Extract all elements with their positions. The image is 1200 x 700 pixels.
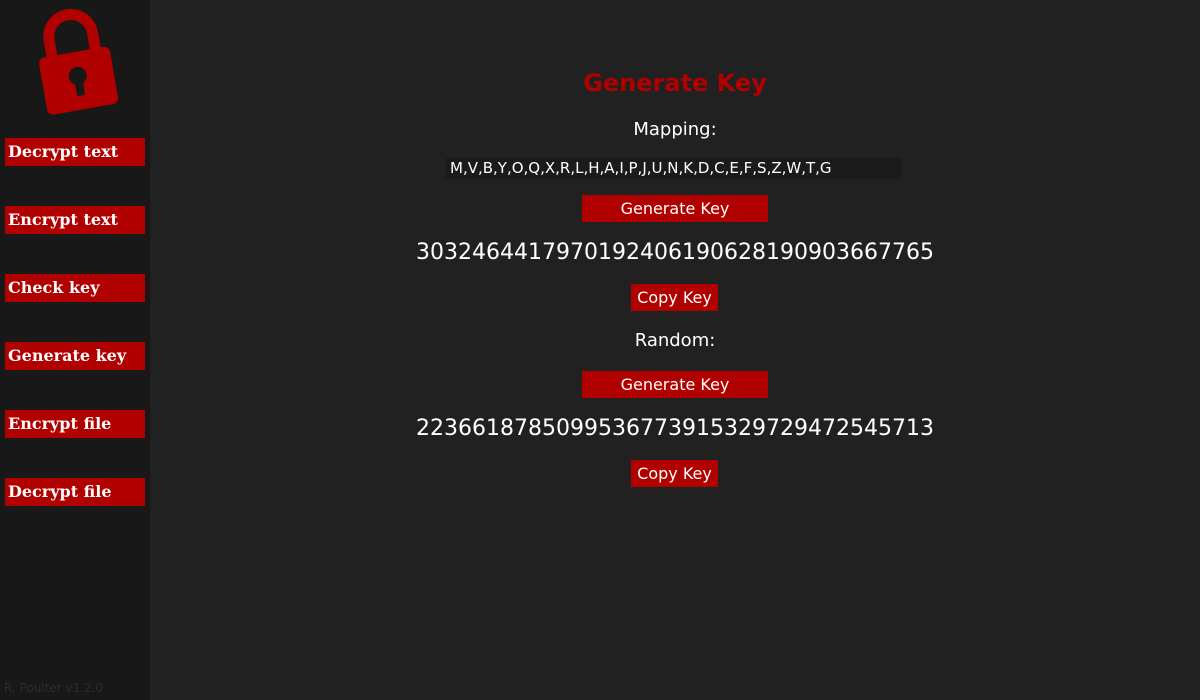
sidebar-item-generate-key[interactable]: Generate key [5, 342, 145, 370]
random-key-value: 22366187850995367739153297294725457​13 [416, 416, 934, 441]
sidebar-item-check-key[interactable]: Check key [5, 274, 145, 302]
mapping-label: Mapping: [633, 119, 717, 140]
page-title: Generate Key [583, 69, 767, 97]
generate-random-key-button[interactable]: Generate Key [582, 371, 768, 398]
copy-random-key-button[interactable]: Copy Key [631, 460, 718, 487]
padlock-icon [39, 8, 119, 115]
mapping-key-value: 30324644179701924061906281909036677​65 [416, 240, 934, 265]
version-footer: R. Poulter v1.2.0 [4, 681, 104, 695]
sidebar-item-decrypt-text[interactable]: Decrypt text [5, 138, 145, 166]
main-panel: Generate Key Mapping: M,V,B,Y,O,Q,X,R,L,… [150, 0, 1200, 700]
generate-mapping-key-button[interactable]: Generate Key [582, 195, 768, 222]
sidebar-item-decrypt-file[interactable]: Decrypt file [5, 478, 145, 506]
sidebar-item-encrypt-text[interactable]: Encrypt text [5, 206, 145, 234]
mapping-field[interactable]: M,V,B,Y,O,Q,X,R,L,H,A,I,P,J,U,N,K,D,C,E,… [446, 158, 901, 179]
copy-mapping-key-button[interactable]: Copy Key [631, 284, 718, 311]
sidebar-item-encrypt-file[interactable]: Encrypt file [5, 410, 145, 438]
sidebar: Decrypt text Encrypt text Check key Gene… [0, 0, 150, 700]
random-label: Random: [634, 330, 716, 351]
